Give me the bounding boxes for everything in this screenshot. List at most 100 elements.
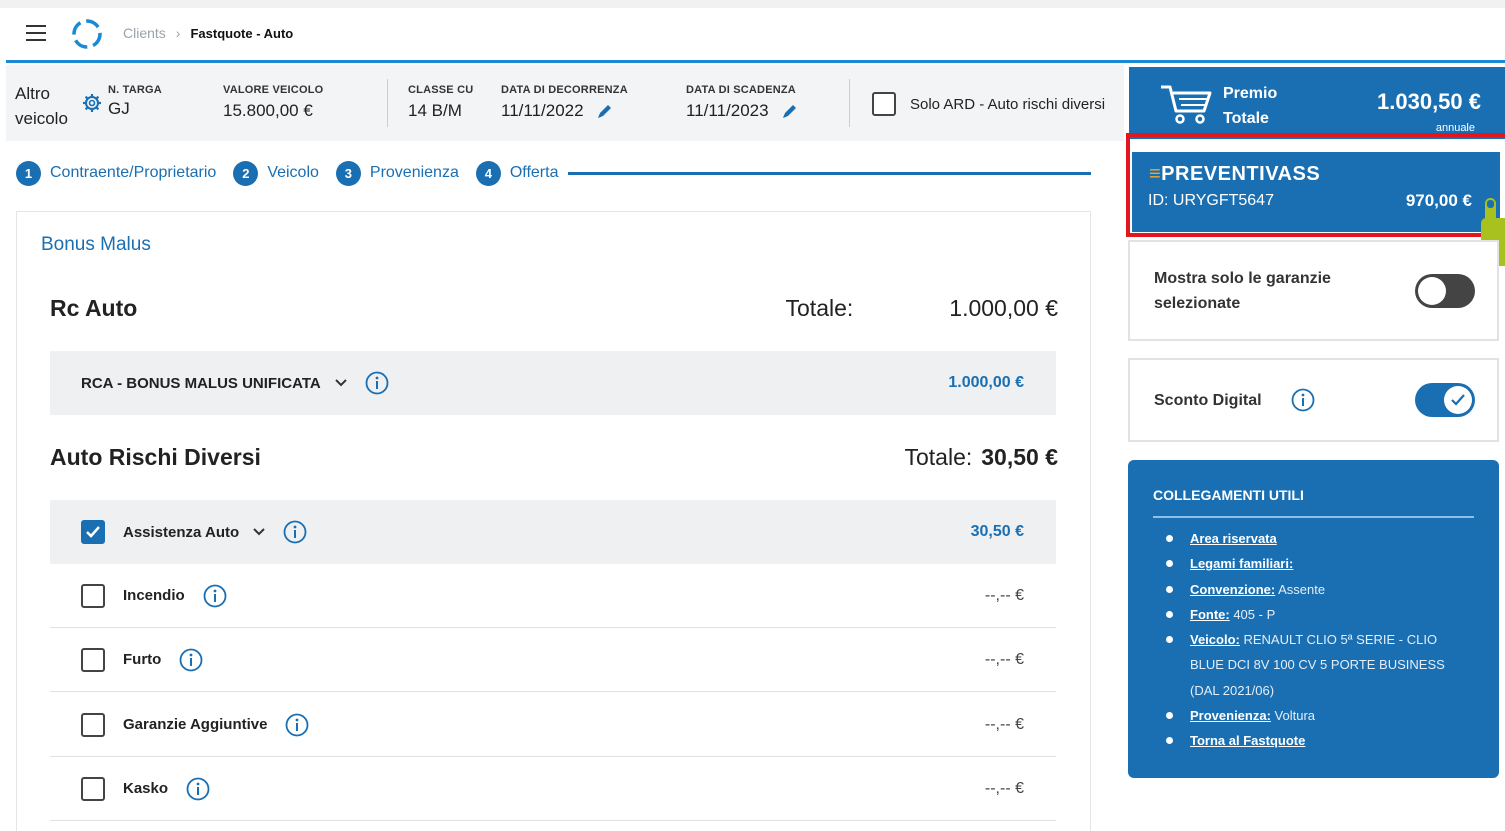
step-label: Veicolo	[267, 164, 319, 181]
scadenza-field: DATA DI SCADENZA 11/11/2023	[686, 84, 799, 121]
info-icon[interactable]	[203, 584, 227, 608]
breadcrumb: Clients › Fastquote - Auto	[123, 25, 293, 41]
solo-ard-label: Solo ARD - Auto rischi diversi	[910, 95, 1106, 113]
step-number: 3	[335, 160, 361, 186]
pencil-icon[interactable]	[596, 102, 614, 120]
mostra-garanzie-card: Mostra solo le garanzie selezionate	[1128, 240, 1499, 341]
list-item: Fonte: 405 - P	[1166, 602, 1466, 627]
link-fonte[interactable]: Fonte:	[1190, 607, 1230, 622]
classe-label: CLASSE CU	[408, 84, 474, 96]
mostra-garanzie-label: Mostra solo le garanzie selezionate	[1154, 266, 1331, 316]
furto-checkbox[interactable]	[81, 647, 105, 672]
furto-amount: --,-- €	[984, 650, 1024, 668]
ard-row-incendio: Incendio --,-- €	[50, 564, 1056, 628]
incendio-amount: --,-- €	[984, 586, 1024, 604]
toggle-knob	[1444, 386, 1472, 414]
valore-label: VALORE VEICOLO	[223, 84, 324, 96]
link-torna-fastquote[interactable]: Torna al Fastquote	[1190, 733, 1305, 748]
altro-line1: Altro	[15, 84, 50, 103]
rc-auto-header: Rc Auto Totale: 1.000,00 €	[50, 295, 1058, 322]
link-value: 405 - P	[1229, 606, 1276, 622]
garanzie-amount: --,-- €	[984, 715, 1024, 733]
info-icon[interactable]	[283, 520, 307, 544]
decorrenza-value-row: 11/11/2022	[501, 101, 628, 121]
premio-title-line2: Totale	[1223, 110, 1269, 127]
total-label: Totale:	[785, 295, 854, 321]
chevron-down-icon[interactable]	[334, 379, 347, 387]
valore-value: 15.800,00 €	[223, 101, 313, 120]
sconto-digital-label: Sconto Digital	[1154, 392, 1262, 409]
altro-veicolo-label[interactable]: Altro veicolo	[15, 81, 68, 131]
ard-row-kasko: Kasko --,-- €	[50, 757, 1056, 821]
scadenza-label: DATA DI SCADENZA	[686, 84, 796, 96]
info-icon[interactable]	[365, 371, 389, 395]
vehicle-info-strip: Altro veicolo N. TARGA GJ VALORE VEICOLO…	[6, 65, 1124, 141]
list-item: Convenzione: Assente	[1166, 577, 1466, 602]
gear-icon[interactable]	[82, 93, 102, 113]
cart-icon	[1161, 85, 1212, 124]
kasko-checkbox[interactable]	[81, 776, 105, 801]
info-icon[interactable]	[179, 648, 203, 672]
garanzie-checkbox[interactable]	[81, 712, 105, 737]
check-icon	[1451, 394, 1465, 406]
assistenza-amount: 30,50 €	[970, 523, 1024, 540]
bonus-malus-title[interactable]: Bonus Malus	[41, 234, 151, 256]
info-icon[interactable]	[1291, 388, 1315, 412]
scadenza-value: 11/11/2023	[686, 101, 769, 120]
info-icon[interactable]	[285, 713, 309, 737]
pencil-icon[interactable]	[781, 102, 799, 120]
chevron-down-icon[interactable]	[253, 528, 265, 536]
links-divider	[1153, 516, 1474, 518]
furto-label: Furto	[123, 651, 162, 668]
offer-panel: Bonus Malus Rc Auto Totale: 1.000,00 € R…	[16, 211, 1091, 831]
sconto-digital-toggle[interactable]	[1415, 383, 1475, 417]
collegamenti-utili-box: COLLEGAMENTI UTILI Area riservata Legami…	[1128, 460, 1499, 778]
breadcrumb-clients[interactable]: Clients	[123, 25, 166, 41]
step-number: 4	[475, 160, 501, 186]
solo-ard-checkbox[interactable]	[872, 92, 896, 116]
highlight-frame	[1126, 133, 1505, 237]
garanzie-label: Garanzie Aggiuntive	[123, 716, 268, 733]
rca-row: RCA - BONUS MALUS UNIFICATA 1.000,00 €	[50, 351, 1056, 415]
step-offerta[interactable]: 4 Offerta	[475, 160, 558, 186]
classe-field: CLASSE CU 14 B/M	[408, 84, 473, 121]
divider	[849, 79, 850, 127]
chevron-right-icon: ›	[175, 25, 181, 41]
scadenza-value-row: 11/11/2023	[686, 101, 799, 121]
link-veicolo[interactable]: Veicolo:	[1190, 632, 1240, 647]
decorrenza-label: DATA DI DECORRENZA	[501, 84, 628, 96]
link-value: Voltura	[1270, 708, 1316, 724]
menu-icon[interactable]	[26, 25, 46, 41]
valore-field: VALORE VEICOLO 15.800,00 €	[223, 84, 323, 121]
step-contraente[interactable]: 1 Contraente/Proprietario	[16, 160, 216, 186]
info-icon[interactable]	[186, 777, 210, 801]
stepper: 1 Contraente/Proprietario 2 Veicolo 3 Pr…	[16, 160, 1091, 186]
links-list: Area riservata Legami familiari: Convenz…	[1166, 526, 1466, 754]
mostra-garanzie-toggle[interactable]	[1415, 274, 1475, 308]
rca-label: RCA - BONUS MALUS UNIFICATA	[81, 374, 321, 392]
step-provenienza[interactable]: 3 Provenienza	[335, 160, 459, 186]
link-area-riservata[interactable]: Area riservata	[1190, 531, 1277, 546]
assistenza-checkbox[interactable]	[81, 520, 105, 544]
toggle-knob	[1418, 277, 1446, 305]
link-provenienza[interactable]: Provenienza:	[1190, 708, 1271, 723]
step-veicolo[interactable]: 2 Veicolo	[233, 160, 319, 186]
targa-label: N. TARGA	[108, 84, 162, 96]
link-legami-familiari[interactable]: Legami familiari:	[1190, 556, 1293, 571]
top-bar: Clients › Fastquote - Auto	[0, 0, 1505, 63]
links-title: COLLEGAMENTI UTILI	[1153, 487, 1304, 503]
incendio-label: Incendio	[123, 587, 185, 604]
premio-totale-box: Premio Totale 1.030,50 € annuale	[1129, 67, 1505, 139]
targa-value: GJ	[108, 99, 130, 118]
kasko-label: Kasko	[123, 780, 169, 797]
ard-row-assistenza: Assistenza Auto 30,50 €	[50, 500, 1056, 564]
step-number: 1	[16, 160, 41, 186]
decorrenza-value: 11/11/2022	[501, 101, 584, 120]
incendio-checkbox[interactable]	[81, 583, 105, 608]
list-item: Torna al Fastquote	[1166, 728, 1466, 753]
stepper-progress-line	[568, 171, 1091, 175]
solo-ard-option: Solo ARD - Auto rischi diversi	[872, 92, 1105, 116]
link-convenzione[interactable]: Convenzione:	[1190, 582, 1275, 597]
ard-header: Auto Rischi Diversi Totale: 30,50 €	[50, 444, 1058, 471]
sconto-digital-card: Sconto Digital	[1128, 358, 1499, 442]
